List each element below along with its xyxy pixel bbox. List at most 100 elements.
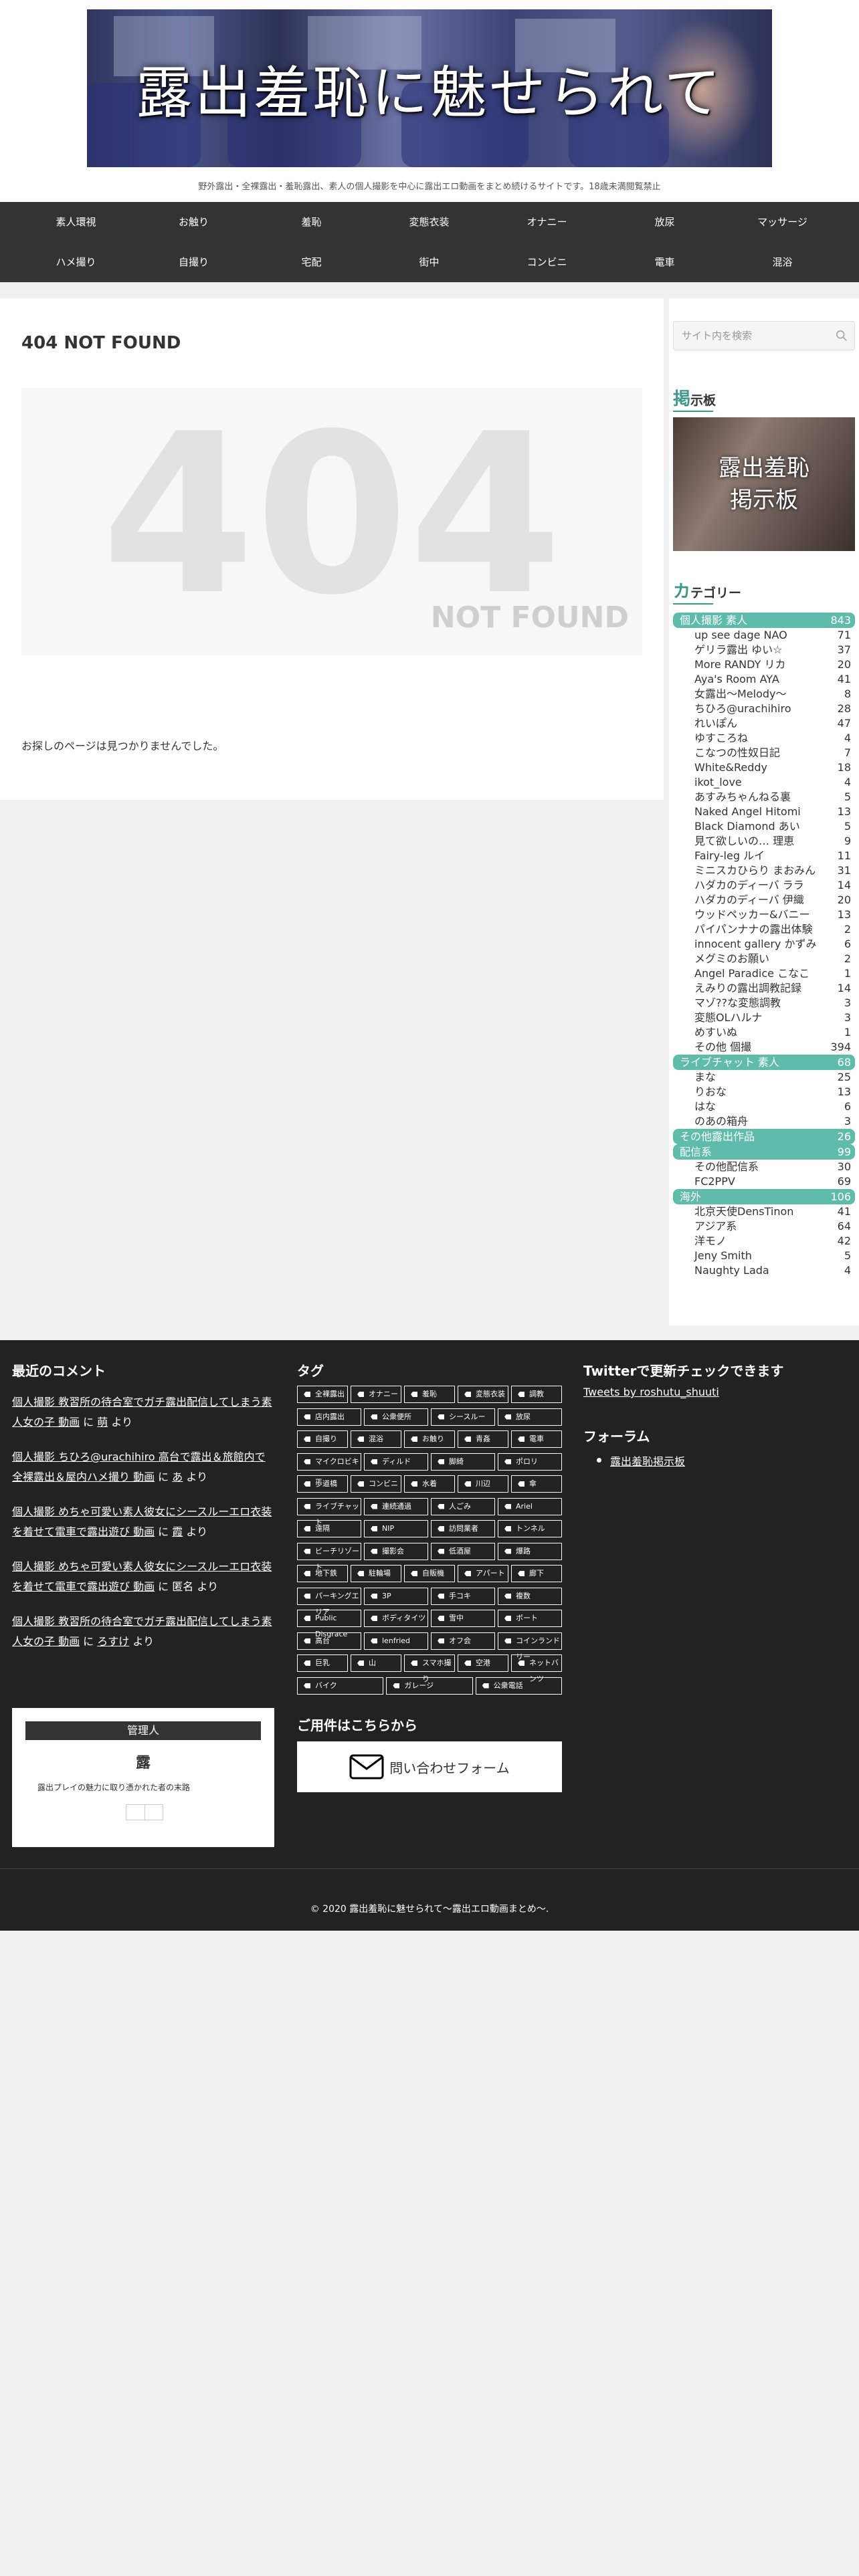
category-item[interactable]: メグミのお願い 2 bbox=[673, 952, 855, 966]
tag-link[interactable]: 遠隔 bbox=[297, 1520, 361, 1537]
tag-link[interactable]: 変態衣装 bbox=[458, 1386, 508, 1403]
category-item[interactable]: はな 6 bbox=[673, 1099, 855, 1114]
category-item[interactable]: 洋モノ 42 bbox=[673, 1234, 855, 1249]
nav-item-3[interactable]: 羞恥 bbox=[250, 202, 373, 242]
tag-link[interactable]: 雪中 bbox=[431, 1610, 495, 1627]
admin-social-icons[interactable] bbox=[126, 1804, 163, 1820]
tag-link[interactable]: Public Disgrace bbox=[297, 1610, 361, 1638]
category-item[interactable]: ミニスカひらり まおみん 31 bbox=[673, 863, 855, 878]
tag-link[interactable]: 水着 bbox=[404, 1475, 455, 1493]
forum-link[interactable]: 露出羞恥掲示板 bbox=[610, 1453, 685, 1469]
tag-link[interactable]: 爆路 bbox=[498, 1542, 562, 1560]
tag-link[interactable]: コンビニ bbox=[351, 1475, 401, 1493]
category-parent-item[interactable]: 海外 106 bbox=[673, 1189, 855, 1204]
category-item[interactable]: Naked Angel Hitomi 13 bbox=[673, 804, 855, 819]
tag-link[interactable]: 訪問業者 bbox=[431, 1520, 495, 1537]
category-item[interactable]: こなつの性奴日記 7 bbox=[673, 746, 855, 760]
tag-link[interactable]: 自撮り bbox=[297, 1430, 348, 1448]
tag-link[interactable]: ボート bbox=[498, 1610, 562, 1627]
tag-link[interactable]: トンネル bbox=[498, 1520, 562, 1537]
nav-item-7[interactable]: マッサージ bbox=[721, 202, 844, 242]
nav-item-1[interactable]: 素人環視 bbox=[15, 202, 137, 242]
tag-link[interactable]: 川辺 bbox=[458, 1475, 508, 1493]
tag-link[interactable]: 撮影会 bbox=[364, 1542, 428, 1560]
tag-link[interactable]: 人ごみ bbox=[431, 1497, 495, 1515]
category-item[interactable]: その他 個撮 394 bbox=[673, 1040, 855, 1055]
tag-link[interactable]: ディルド bbox=[364, 1453, 428, 1471]
bbs-banner[interactable]: 露出羞恥 掲示板 bbox=[673, 417, 855, 551]
tag-link[interactable]: ポロリ bbox=[498, 1453, 562, 1471]
tag-link[interactable]: NIP bbox=[364, 1520, 428, 1537]
tag-link[interactable]: 3P bbox=[364, 1587, 428, 1605]
category-item[interactable]: 変態OLハルナ 3 bbox=[673, 1010, 855, 1025]
tag-link[interactable]: 傘 bbox=[511, 1475, 562, 1493]
nav-item-2[interactable]: お触り bbox=[132, 202, 255, 242]
search-icon[interactable] bbox=[836, 330, 848, 342]
tag-link[interactable]: ボディタイツ bbox=[364, 1610, 428, 1627]
category-item[interactable]: ゲリラ露出 ゆい☆ 37 bbox=[673, 643, 855, 657]
category-item[interactable]: White&Reddy 18 bbox=[673, 760, 855, 775]
category-item[interactable]: Aya's Room AYA 41 bbox=[673, 672, 855, 687]
twitter-timeline-link[interactable]: Tweets by roshutu_shuuti bbox=[583, 1386, 719, 1398]
tag-link[interactable]: 電車 bbox=[511, 1430, 562, 1448]
tag-link[interactable]: 歩道橋 bbox=[297, 1475, 348, 1493]
search-input[interactable] bbox=[674, 322, 828, 350]
contact-form-button[interactable]: 問い合わせフォーム bbox=[297, 1741, 562, 1792]
category-item[interactable]: ハダカのディーバ 伊織 20 bbox=[673, 893, 855, 907]
category-item[interactable]: マゾ??な変態調教 3 bbox=[673, 996, 855, 1010]
nav-item-5[interactable]: オナニー bbox=[486, 202, 608, 242]
category-item[interactable]: ウッドペッカー&バニー 13 bbox=[673, 907, 855, 922]
tag-link[interactable]: バイク bbox=[297, 1677, 384, 1695]
category-parent-item[interactable]: 配信系 99 bbox=[673, 1144, 855, 1160]
category-item[interactable]: ゆすころね 4 bbox=[673, 731, 855, 746]
category-item[interactable]: More RANDY リカ 20 bbox=[673, 657, 855, 672]
nav-item-4[interactable]: 変態衣装 bbox=[368, 202, 490, 242]
tag-link[interactable]: 山 bbox=[351, 1654, 401, 1672]
tag-link[interactable]: 駐輪場 bbox=[351, 1565, 401, 1582]
category-item[interactable]: その他配信系 30 bbox=[673, 1160, 855, 1174]
tag-link[interactable]: オフ会 bbox=[431, 1632, 495, 1650]
tag-link[interactable]: 混浴 bbox=[351, 1430, 401, 1448]
category-item[interactable]: FC2PPV 69 bbox=[673, 1174, 855, 1189]
category-item[interactable]: れいぽん 47 bbox=[673, 716, 855, 731]
tag-link[interactable]: ビーチリゾート bbox=[297, 1542, 361, 1572]
comment-post-link[interactable]: 個人撮影 めちゃ可愛い素人彼女にシースルーエロ衣装を着せて電車で露出遊び 動画 bbox=[12, 1560, 272, 1593]
category-item[interactable]: 北京天使DensTinon 41 bbox=[673, 1204, 855, 1219]
category-item[interactable]: 女露出〜Melody〜 8 bbox=[673, 687, 855, 702]
category-item[interactable]: Naughty Lada 4 bbox=[673, 1263, 855, 1278]
category-item[interactable]: あすみちゃんねる裏 5 bbox=[673, 790, 855, 804]
category-item[interactable]: ハダカのディーバ ララ 14 bbox=[673, 878, 855, 893]
comment-post-link[interactable]: 個人撮影 めちゃ可愛い素人彼女にシースルーエロ衣装を着せて電車で露出遊び 動画 bbox=[12, 1505, 272, 1538]
category-item[interactable]: アジア系 64 bbox=[673, 1219, 855, 1234]
tag-link[interactable]: アパート bbox=[458, 1565, 508, 1582]
category-item[interactable]: えみりの露出調教記録 14 bbox=[673, 981, 855, 996]
category-item[interactable]: Black Diamond あい 5 bbox=[673, 819, 855, 834]
tag-link[interactable]: lenfried bbox=[364, 1632, 428, 1650]
tag-link[interactable]: 自販機 bbox=[404, 1565, 455, 1582]
nav-item-6[interactable]: 放尿 bbox=[603, 202, 726, 242]
category-item[interactable]: りおな 13 bbox=[673, 1085, 855, 1099]
tag-link[interactable]: マイクロビキニ bbox=[297, 1453, 361, 1482]
tag-link[interactable]: 地下鉄 bbox=[297, 1565, 348, 1582]
tag-link[interactable]: 脚綺 bbox=[431, 1453, 495, 1471]
category-item[interactable]: innocent gallery かずみ 6 bbox=[673, 937, 855, 952]
tag-link[interactable]: パーキングエリア bbox=[297, 1587, 361, 1616]
tag-link[interactable]: 手コキ bbox=[431, 1587, 495, 1605]
tag-link[interactable]: 巨乳 bbox=[297, 1654, 348, 1672]
comment-post-link[interactable]: 個人撮影 教習所の待合室でガチ露出配信してしまう素人女の子 動画 bbox=[12, 1396, 272, 1428]
tag-link[interactable]: ガレージ bbox=[386, 1677, 473, 1695]
header-banner[interactable]: 露出羞恥に魅せられて bbox=[87, 9, 772, 167]
tag-link[interactable]: スマホ撮り bbox=[404, 1654, 455, 1683]
tag-link[interactable]: オナニー bbox=[351, 1386, 401, 1403]
category-item[interactable]: ikot_love 4 bbox=[673, 775, 855, 790]
category-item[interactable]: ちひろ@urachihiro 28 bbox=[673, 702, 855, 716]
category-item[interactable]: パイパンナナの露出体験 2 bbox=[673, 922, 855, 937]
nav-item-11[interactable]: 街中 bbox=[368, 242, 490, 282]
category-item[interactable]: up see dage NAO 71 bbox=[673, 628, 855, 643]
tag-link[interactable]: お触り bbox=[404, 1430, 455, 1448]
category-item[interactable]: Jeny Smith 5 bbox=[673, 1249, 855, 1263]
tag-link[interactable]: 低酒屋 bbox=[431, 1542, 495, 1560]
category-parent-item[interactable]: ライブチャット 素人 68 bbox=[673, 1055, 855, 1070]
category-parent-item[interactable]: その他露出作品 26 bbox=[673, 1129, 855, 1144]
nav-item-14[interactable]: 混浴 bbox=[721, 242, 844, 282]
